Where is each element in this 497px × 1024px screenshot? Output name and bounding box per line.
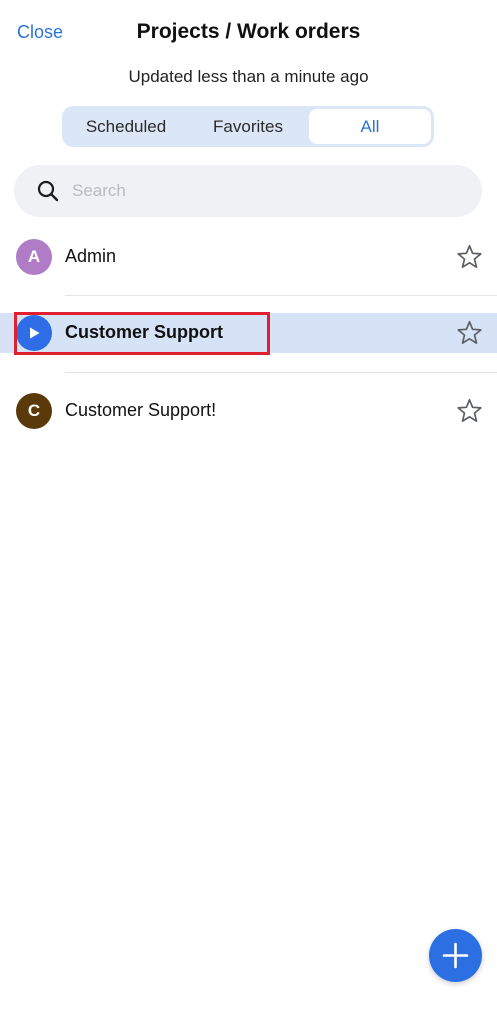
plus-icon xyxy=(442,942,469,969)
divider xyxy=(65,372,497,373)
list-item-label: Admin xyxy=(65,246,117,266)
nav-bar: Close Projects / Work orders xyxy=(0,0,497,68)
search-input[interactable] xyxy=(72,165,462,217)
search-icon xyxy=(37,180,59,202)
tab-favorites[interactable]: Favorites xyxy=(187,109,309,144)
avatar: C xyxy=(16,393,52,429)
page-title: Projects / Work orders xyxy=(136,20,361,43)
tab-scheduled[interactable]: Scheduled xyxy=(65,109,187,144)
add-button[interactable] xyxy=(429,929,482,982)
list-item[interactable]: C Customer Support! xyxy=(0,391,497,431)
star-outline-icon[interactable] xyxy=(456,244,483,270)
avatar: A xyxy=(16,239,52,275)
star-outline-icon[interactable] xyxy=(456,398,483,424)
updated-status: Updated less than a minute ago xyxy=(128,67,369,86)
list-item[interactable]: A Admin xyxy=(0,237,497,277)
filter-segmented-control: Scheduled Favorites All xyxy=(62,106,434,147)
highlight-annotation-box xyxy=(14,312,270,355)
list-item-label: Customer Support! xyxy=(65,400,217,420)
tab-all[interactable]: All xyxy=(309,109,431,144)
divider xyxy=(65,295,497,296)
search-bar xyxy=(14,165,482,217)
star-outline-icon[interactable] xyxy=(456,320,483,346)
